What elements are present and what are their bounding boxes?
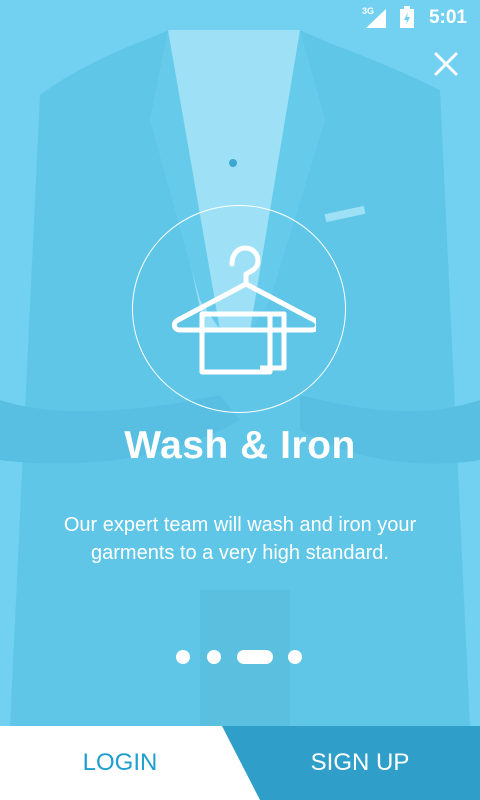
feature-title: Wash & Iron	[124, 424, 356, 467]
signal-icon	[366, 9, 386, 28]
page-indicator	[0, 649, 480, 665]
bottom-action-bar: LOGIN SIGN UP	[0, 726, 480, 800]
login-button[interactable]: LOGIN	[0, 726, 240, 800]
page-dot[interactable]	[207, 650, 221, 664]
onboarding-screen: 3G 5:01 Wash & Iron Our expert team will…	[0, 0, 480, 800]
hanger-shirt-icon	[171, 245, 316, 375]
status-bar: 3G 5:01	[0, 0, 480, 36]
feature-description: Our expert team will wash and iron your …	[63, 514, 417, 564]
page-dot[interactable]	[176, 650, 190, 664]
status-time: 5:01	[428, 7, 467, 28]
signup-button[interactable]: SIGN UP	[240, 726, 480, 800]
battery-icon	[400, 6, 414, 28]
page-dot-active[interactable]	[237, 650, 273, 664]
page-dot[interactable]	[288, 650, 302, 664]
close-icon[interactable]	[432, 50, 460, 78]
